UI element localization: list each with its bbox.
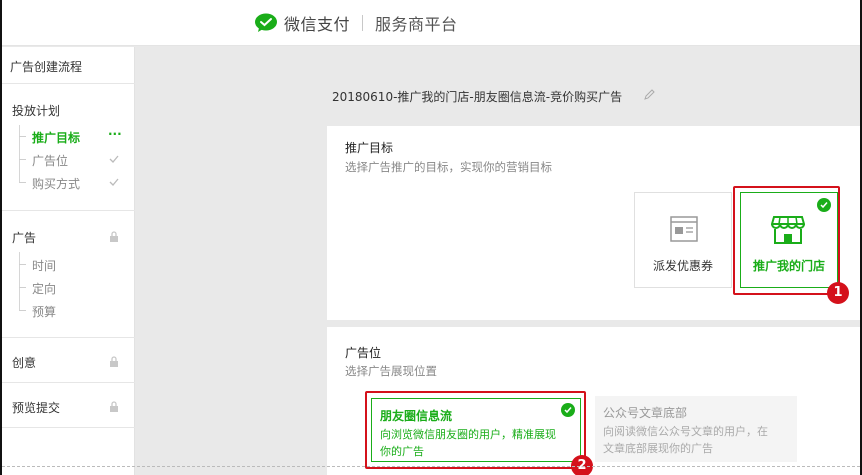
callout-badge-1: 1: [827, 282, 849, 304]
tree-tick: [19, 264, 26, 265]
lock-icon: [110, 356, 118, 367]
placement-option-article-bottom[interactable]: 公众号文章底部 向阅读微信公众号文章的用户，在文章底部展现你的广告: [595, 396, 797, 462]
divider: [2, 337, 135, 338]
in-progress-icon: ···: [108, 127, 122, 141]
option-title: 公众号文章底部: [603, 406, 688, 420]
option-coupon[interactable]: 派发优惠券: [634, 192, 732, 288]
sidebar-item-time[interactable]: 时间: [32, 257, 56, 274]
lock-icon: [110, 231, 118, 242]
divider: [2, 382, 135, 383]
ad-name-title: 20180610-推广我的门店-朋友圈信息流-竞价购买广告: [332, 90, 623, 104]
sidebar-item-target[interactable]: 推广目标: [32, 129, 80, 146]
tree-tick: [19, 182, 26, 183]
section-subtitle: 选择广告推广的目标，实现你的营销目标: [345, 160, 552, 174]
check-icon: [109, 178, 119, 186]
screenshot-edge: [2, 466, 860, 467]
section-title: 推广目标: [345, 141, 394, 155]
sidebar-item-targeting[interactable]: 定向: [32, 280, 56, 297]
brand-logo[interactable]: 微信支付 服务商平台: [254, 12, 458, 34]
sidebar-title: 广告创建流程: [10, 60, 83, 74]
divider: [2, 83, 135, 84]
sidebar-group-preview-submit[interactable]: 预览提交: [12, 399, 60, 416]
sidebar-group-ad[interactable]: 广告: [12, 229, 36, 246]
top-header: 微信支付 服务商平台: [2, 0, 860, 46]
divider: [2, 427, 135, 428]
app-window: 微信支付 服务商平台 广告创建流程 投放计划 推广目标 ··· 广告位 购买方式…: [0, 0, 862, 475]
tree-tick: [19, 310, 26, 311]
brand-name: 微信支付: [284, 15, 351, 34]
sidebar: 广告创建流程 投放计划 推广目标 ··· 广告位 购买方式 广告 时间 定向 预…: [2, 47, 135, 475]
tree-tick: [19, 136, 26, 137]
check-icon: [109, 155, 119, 163]
lock-icon: [110, 401, 118, 412]
tree-line: [19, 252, 20, 310]
tree-line: [19, 125, 20, 183]
highlight-box-1: [733, 186, 840, 295]
wechat-pay-logo-icon: [255, 13, 277, 32]
header-divider: [362, 15, 364, 31]
sidebar-group-creative[interactable]: 创意: [12, 354, 36, 371]
platform-name: 服务商平台: [375, 15, 458, 34]
coupon-icon: [670, 216, 698, 242]
section-title: 广告位: [345, 346, 382, 360]
divider: [2, 210, 135, 211]
tree-tick: [19, 287, 26, 288]
sidebar-item-placement[interactable]: 广告位: [32, 152, 68, 169]
section-subtitle: 选择广告展现位置: [345, 364, 437, 378]
callout-badge-2: 2: [571, 455, 593, 475]
sidebar-group-plan[interactable]: 投放计划: [12, 102, 60, 119]
edit-pencil-icon[interactable]: [644, 89, 655, 100]
option-description: 向阅读微信公众号文章的用户，在文章底部展现你的广告: [603, 425, 768, 455]
option-label: 派发优惠券: [652, 259, 713, 273]
sidebar-item-budget[interactable]: 预算: [32, 303, 56, 320]
tree-tick: [19, 159, 26, 160]
sidebar-item-buy-method[interactable]: 购买方式: [32, 175, 80, 192]
highlight-box-2: [365, 391, 586, 469]
